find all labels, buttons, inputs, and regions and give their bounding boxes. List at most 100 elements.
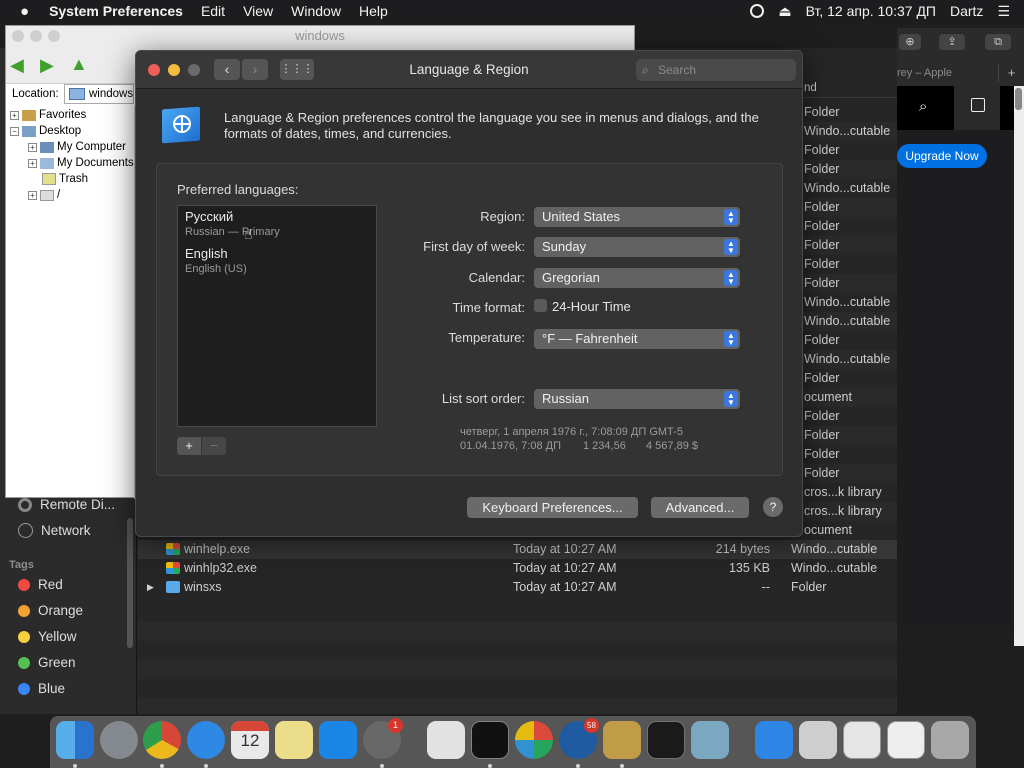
title-bar[interactable]: ‹ › ⋮⋮⋮ Language & Region ⌕ Search	[136, 51, 802, 89]
sidebar-tag-blue[interactable]: Blue	[18, 681, 65, 696]
file-size: --	[761, 580, 770, 594]
menu-view[interactable]: View	[243, 3, 273, 19]
solitaire-icon[interactable]	[515, 721, 553, 759]
notes-icon[interactable]	[275, 721, 313, 759]
tree-item-my-computer[interactable]: + My Computer	[28, 141, 126, 153]
sidebar-tag-orange[interactable]: Orange	[18, 603, 83, 618]
window-thumbnail-icon[interactable]	[887, 721, 925, 759]
menu-bar: ● System Preferences Edit View Window He…	[0, 0, 1024, 22]
terminal-icon[interactable]	[471, 721, 509, 759]
sidebar-tag-green[interactable]: Green	[18, 655, 76, 670]
back-arrow-icon[interactable]: ◀	[10, 56, 24, 74]
region-label: Region:	[480, 209, 525, 224]
sidebar-item-network[interactable]: Network	[18, 523, 91, 538]
wine-icon[interactable]	[603, 721, 641, 759]
language-item-english[interactable]: English English (US)	[185, 246, 247, 275]
list-sort-select[interactable]: Russian ▲ ▼	[534, 389, 740, 409]
kind-column-header[interactable]: nd	[800, 79, 897, 98]
tree-item-my-documents[interactable]: + My Documents	[28, 157, 134, 169]
menu-edit[interactable]: Edit	[201, 3, 225, 19]
exe-icon	[166, 562, 180, 574]
textedit-icon[interactable]	[427, 721, 465, 759]
kind-cell: Folder	[804, 105, 840, 119]
calendar-select[interactable]: Gregorian ▲ ▼	[534, 268, 740, 288]
safari-scrollbar[interactable]	[1015, 88, 1022, 110]
documents-icon	[40, 157, 54, 169]
finder-icon[interactable]	[56, 721, 94, 759]
tag-dot-icon	[18, 604, 30, 617]
trash-icon[interactable]	[931, 721, 969, 759]
kind-cell: Folder	[800, 274, 897, 293]
chevron-updown-icon: ▲ ▼	[724, 239, 738, 255]
region-select[interactable]: United States ▲ ▼	[534, 207, 740, 227]
new-tab-icon[interactable]: +	[998, 64, 1024, 82]
file-kind: Windo...cutable	[791, 561, 878, 575]
clock[interactable]: Вт, 12 апр. 10:37 ДП	[806, 3, 936, 19]
window-title: windows	[295, 28, 345, 43]
app-store-icon[interactable]	[319, 721, 357, 759]
winebottler-icon[interactable]	[691, 721, 729, 759]
tabs-icon[interactable]: ⧉	[985, 34, 1011, 50]
safari-icon[interactable]	[187, 721, 225, 759]
sidebar-tag-yellow[interactable]: Yellow	[18, 629, 77, 644]
table-row[interactable]: winhlp32.exe Today at 10:27 AM 135 KB Windo…	[138, 559, 897, 578]
sidebar-tag-red[interactable]: Red	[18, 577, 63, 592]
share-icon[interactable]: ⇪	[939, 34, 965, 50]
location-field[interactable]: windows	[64, 84, 134, 104]
add-icon[interactable]: ⊕	[899, 34, 921, 50]
description-text: Language & Region preferences control th…	[224, 110, 759, 141]
disc-icon	[18, 497, 32, 512]
disclosure-triangle-icon[interactable]: ▶	[147, 582, 154, 593]
language-list[interactable]: Русский Russian — Primary English Englis…	[177, 205, 377, 427]
close-button[interactable]	[12, 30, 24, 42]
tree-item-desktop[interactable]: − Desktop	[10, 125, 81, 137]
applications-folder-icon[interactable]	[755, 721, 793, 759]
document-icon[interactable]	[799, 721, 837, 759]
apple-menu-icon[interactable]: ●	[20, 3, 29, 20]
safari-tab[interactable]: rey – Apple	[897, 64, 997, 82]
menu-help[interactable]: Help	[359, 3, 388, 19]
notification-center-icon[interactable]: ☰	[997, 3, 1010, 20]
chevron-updown-icon: ▲ ▼	[724, 270, 738, 286]
temperature-select[interactable]: °F — Fahrenheit ▲ ▼	[534, 329, 740, 349]
tree-item-trash[interactable]: Trash	[42, 173, 88, 185]
safari-window: ⊕ ⇪ ⧉ rey – Apple + ⌕ Upgrade Now	[897, 28, 1024, 646]
quicktime-status-icon[interactable]	[750, 4, 765, 18]
remove-language-button[interactable]: −	[202, 437, 226, 455]
chrome-icon[interactable]	[143, 721, 181, 759]
help-button[interactable]: ?	[763, 497, 783, 517]
menu-window[interactable]: Window	[291, 3, 341, 19]
forward-arrow-icon[interactable]: ▶	[40, 56, 54, 74]
sidebar-item-remote-disc[interactable]: Remote Di...	[18, 497, 115, 512]
keyboard-preferences-button[interactable]: Keyboard Preferences...	[467, 497, 638, 518]
upgrade-now-button[interactable]: Upgrade Now	[897, 144, 987, 168]
24-hour-checkbox[interactable]	[534, 299, 547, 312]
eject-icon[interactable]: ⏏	[778, 3, 791, 20]
search-field[interactable]: ⌕ Search	[636, 59, 796, 81]
calendar-icon[interactable]: 12	[231, 721, 269, 759]
explorer-title-bar[interactable]: windows	[6, 26, 634, 46]
advanced-button[interactable]: Advanced...	[651, 497, 749, 518]
console-icon[interactable]	[647, 721, 685, 759]
bag-icon[interactable]	[971, 98, 985, 112]
user-name[interactable]: Dartz	[950, 3, 983, 19]
computer-icon	[40, 141, 54, 153]
file-name: winhlp32.exe	[184, 561, 257, 575]
search-icon[interactable]: ⌕	[919, 98, 927, 115]
language-item-russian[interactable]: Русский Russian — Primary	[185, 209, 280, 238]
launchpad-icon[interactable]	[100, 721, 138, 759]
zoom-button[interactable]	[48, 30, 60, 42]
table-row[interactable]: ▶ winsxs Today at 10:27 AM -- Folder	[138, 578, 897, 597]
app-menu[interactable]: System Preferences	[49, 3, 183, 19]
sidebar-scrollbar[interactable]	[127, 518, 133, 648]
tree-item-root[interactable]: + /	[28, 189, 60, 201]
add-language-button[interactable]: +	[177, 437, 201, 455]
tree-item-favorites[interactable]: + Favorites	[10, 109, 86, 121]
table-row[interactable]: winhelp.exe Today at 10:27 AM 214 bytes Win…	[138, 540, 897, 559]
minimize-button[interactable]	[30, 30, 42, 42]
explorer-tree: + Favorites − Desktop + My Computer + My Doc…	[6, 106, 135, 499]
up-arrow-icon[interactable]: ▲	[70, 55, 88, 73]
first-day-select[interactable]: Sunday ▲ ▼	[534, 237, 740, 257]
kind-cell: Windo...cutable	[804, 295, 891, 309]
window-thumbnail-icon[interactable]	[843, 721, 881, 759]
